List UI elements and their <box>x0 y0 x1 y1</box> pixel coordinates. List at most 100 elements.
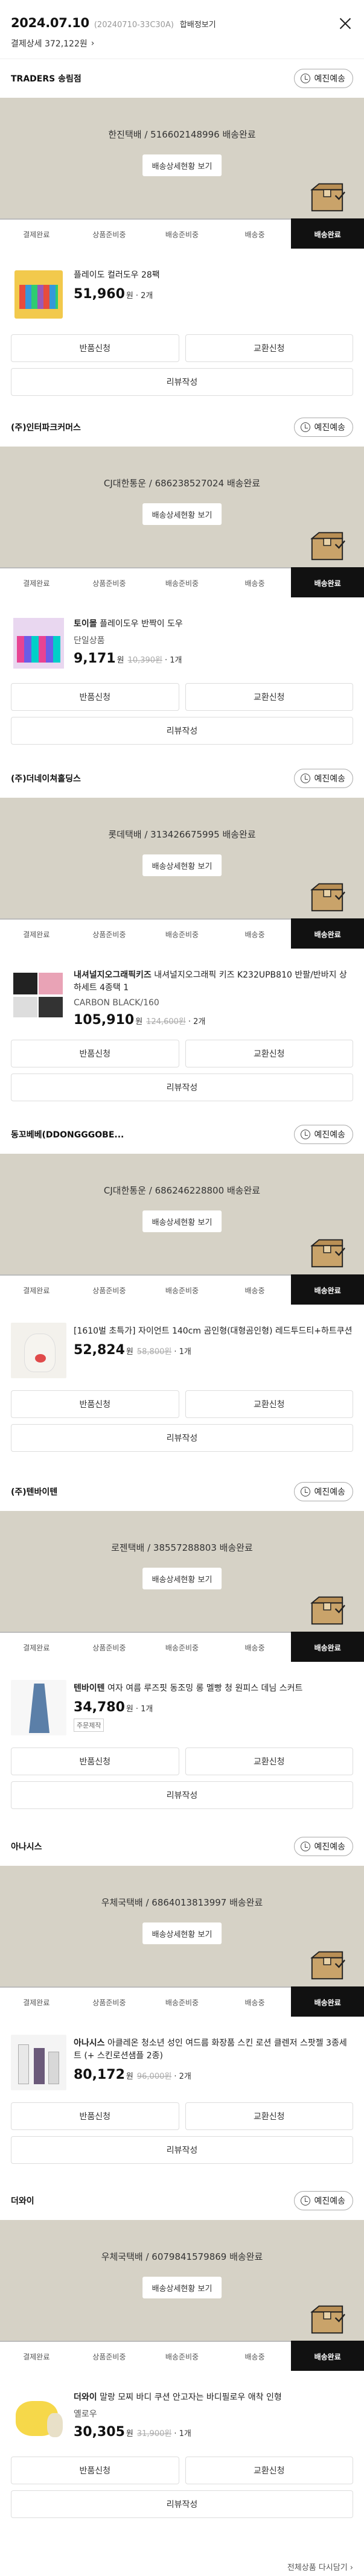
schedule-button[interactable]: 예진예송 <box>294 69 353 88</box>
delivery-detail-button[interactable]: 배송상세현황 보기 <box>142 1922 222 1944</box>
original-price: 31,900원 <box>136 2429 172 2438</box>
schedule-button-label: 예진예송 <box>314 1842 345 1852</box>
delivery-detail-button[interactable]: 배송상세현황 보기 <box>142 1210 222 1232</box>
currency-unit: 원 <box>126 1705 133 1714</box>
store-name: 더와이 <box>11 2196 34 2206</box>
product-name[interactable]: 더와이 말랑 모찌 바디 쿠션 안고자는 바디필로우 애착 인형 <box>74 2391 353 2404</box>
delivery-progress: 결제완료 상품준비중 배송준비중 배송중 배송완료 <box>0 218 364 249</box>
schedule-button[interactable]: 예진예송 <box>294 1482 353 1501</box>
return-request-button[interactable]: 반품신청 <box>11 2102 179 2130</box>
return-request-button[interactable]: 반품신청 <box>11 1748 179 1775</box>
delivery-banner: CJ대한통운 / 686238527024 배송완료 배송상세현황 보기 <box>0 447 364 567</box>
exchange-request-button[interactable]: 교환신청 <box>185 2102 353 2130</box>
return-request-button[interactable]: 반품신청 <box>11 2457 179 2484</box>
product-price: 52,824 <box>74 1343 125 1358</box>
store-header: (주)더네이쳐홀딩스 예진예송 <box>0 759 364 798</box>
product-price: 30,305 <box>74 2425 125 2440</box>
progress-step: 배송완료 <box>291 2341 364 2371</box>
delivery-detail-button[interactable]: 배송상세현황 보기 <box>142 154 222 176</box>
product-thumbnail[interactable] <box>11 967 66 1022</box>
product-name[interactable]: [1610벌 초특가] 자이언트 140cm 곰인형(대형곰인형) 레드투드티+… <box>74 1325 353 1338</box>
payment-detail-link[interactable]: 결제상세 372,122원 › <box>11 37 353 49</box>
store-header: (주)텐바이텐 예진예송 <box>0 1472 364 1511</box>
delivery-progress: 결제완료 상품준비중 배송준비중 배송중 배송완료 <box>0 2341 364 2371</box>
product-item[interactable]: 플레이도 컬러도우 28팩 51,960 원 · 2개 <box>0 249 364 322</box>
schedule-button[interactable]: 예진예송 <box>294 1837 353 1856</box>
schedule-button[interactable]: 예진예송 <box>294 2191 353 2210</box>
exchange-request-button[interactable]: 교환신청 <box>185 1040 353 1067</box>
progress-step: 배송중 <box>218 918 292 949</box>
delivery-detail-button[interactable]: 배송상세현황 보기 <box>142 854 222 876</box>
product-item[interactable]: 아나시스 아클레온 청소년 성인 여드름 화장품 스킨 로션 클렌저 스팟젤 3… <box>0 2017 364 2090</box>
delivery-progress: 결제완료 상품준비중 배송준비중 배송중 배송완료 <box>0 1986 364 2017</box>
currency-unit: 원 <box>126 1347 133 1356</box>
exchange-request-button[interactable]: 교환신청 <box>185 1390 353 1418</box>
exchange-request-button[interactable]: 교환신청 <box>185 683 353 711</box>
progress-step: 배송준비중 <box>145 567 219 597</box>
currency-unit: 원 <box>135 1017 143 1026</box>
progress-step: 배송중 <box>218 1632 292 1662</box>
write-review-button[interactable]: 리뷰작성 <box>11 1073 353 1101</box>
order-number: (20240710-33C30A) <box>94 21 174 30</box>
product-name[interactable]: 아나시스 아클레온 청소년 성인 여드름 화장품 스킨 로션 클렌저 스팟젤 3… <box>74 2037 353 2062</box>
delivery-progress: 결제완료 상품준비중 배송준비중 배송중 배송완료 <box>0 1632 364 1662</box>
progress-step: 배송준비중 <box>145 2341 219 2371</box>
product-thumbnail[interactable] <box>11 2035 66 2090</box>
product-thumbnail[interactable] <box>11 1680 66 1735</box>
exchange-request-button[interactable]: 교환신청 <box>185 1748 353 1775</box>
progress-step: 상품준비중 <box>72 567 146 597</box>
order-header: 2024.07.10 (20240710-33C30A) 합배정보기 결제상세 … <box>0 0 364 59</box>
product-title: 아클레온 청소년 성인 여드름 화장품 스킨 로션 클렌저 스팟젤 3종세트 (… <box>74 2038 347 2061</box>
schedule-button[interactable]: 예진예송 <box>294 1125 353 1144</box>
reorder-all-link[interactable]: 전체상품 다시담기 › <box>287 2561 353 2572</box>
progress-step: 결제완료 <box>0 918 73 949</box>
return-request-button[interactable]: 반품신청 <box>11 683 179 711</box>
write-review-button[interactable]: 리뷰작성 <box>11 368 353 396</box>
write-review-button[interactable]: 리뷰작성 <box>11 1424 353 1452</box>
close-icon[interactable] <box>337 16 353 31</box>
product-thumbnail[interactable] <box>11 2389 66 2444</box>
delivered-box-icon <box>311 1596 346 1625</box>
product-price: 105,910 <box>74 1013 135 1028</box>
product-name[interactable]: 내셔널지오그래픽키즈 내셔널지오그래픽 키즈 K232UPB810 반팔/반바지… <box>74 969 353 994</box>
product-quantity: · 1개 <box>135 1705 153 1714</box>
product-name[interactable]: 텐바이텐 여자 여름 루즈핏 동조밍 롱 멜빵 청 원피스 데님 스커트 <box>74 1682 353 1695</box>
delivery-detail-button[interactable]: 배송상세현황 보기 <box>142 1568 222 1589</box>
combined-delivery-link[interactable]: 합배정보기 <box>180 18 216 30</box>
write-review-button[interactable]: 리뷰작성 <box>11 2136 353 2164</box>
return-request-button[interactable]: 반품신청 <box>11 1390 179 1418</box>
original-price: 58,800원 <box>136 1347 172 1356</box>
store-name: TRADERS 송림점 <box>11 74 81 84</box>
schedule-button[interactable]: 예진예송 <box>294 769 353 788</box>
delivery-detail-button[interactable]: 배송상세현황 보기 <box>142 2277 222 2298</box>
return-request-button[interactable]: 반품신청 <box>11 334 179 362</box>
product-thumbnail[interactable] <box>11 1323 66 1378</box>
product-item[interactable]: 토이몰 플레이도우 반짝이 도우 단일상품 9,171 원 10,390원 · … <box>0 597 364 671</box>
check-circle-icon <box>301 74 311 83</box>
payment-detail-label: 결제상세 372,122원 <box>11 39 88 49</box>
write-review-button[interactable]: 리뷰작성 <box>11 717 353 745</box>
store-header: 더와이 예진예송 <box>0 2181 364 2220</box>
delivery-detail-button[interactable]: 배송상세현황 보기 <box>142 503 222 525</box>
product-name[interactable]: 플레이도 컬러도우 28팩 <box>74 269 353 282</box>
delivered-box-icon <box>311 1239 346 1268</box>
write-review-button[interactable]: 리뷰작성 <box>11 1781 353 1809</box>
progress-step: 배송중 <box>218 1274 292 1305</box>
exchange-request-button[interactable]: 교환신청 <box>185 334 353 362</box>
product-option: 옐로우 <box>74 2409 97 2419</box>
currency-unit: 원 <box>126 2072 133 2081</box>
product-item[interactable]: 더와이 말랑 모찌 바디 쿠션 안고자는 바디필로우 애착 인형 옐로우 30,… <box>0 2371 364 2444</box>
schedule-button[interactable]: 예진예송 <box>294 418 353 437</box>
return-request-button[interactable]: 반품신청 <box>11 1040 179 1067</box>
progress-step: 배송준비중 <box>145 1274 219 1305</box>
product-item[interactable]: 텐바이텐 여자 여름 루즈핏 동조밍 롱 멜빵 청 원피스 데님 스커트 34,… <box>0 1662 364 1735</box>
write-review-button[interactable]: 리뷰작성 <box>11 2490 353 2518</box>
progress-step: 상품준비중 <box>72 2341 146 2371</box>
exchange-request-button[interactable]: 교환신청 <box>185 2457 353 2484</box>
product-name[interactable]: 토이몰 플레이도우 반짝이 도우 <box>74 618 353 631</box>
product-thumbnail[interactable] <box>11 267 66 322</box>
product-item[interactable]: [1610벌 초특가] 자이언트 140cm 곰인형(대형곰인형) 레드투드티+… <box>0 1305 364 1378</box>
progress-step: 배송완료 <box>291 1632 364 1662</box>
product-item[interactable]: 내셔널지오그래픽키즈 내셔널지오그래픽 키즈 K232UPB810 반팔/반바지… <box>0 949 364 1028</box>
product-thumbnail[interactable] <box>11 615 66 671</box>
